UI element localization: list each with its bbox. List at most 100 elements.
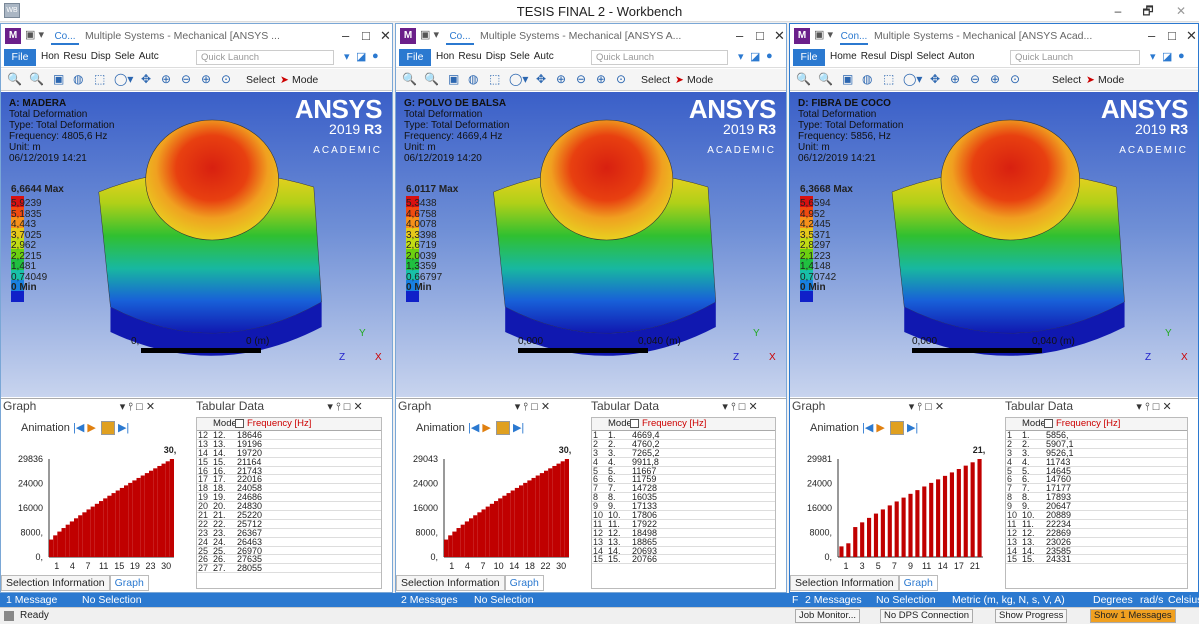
show-progress-button[interactable]: Show Progress [995,609,1068,623]
zoom-to-fit-icon[interactable]: ⊕ [990,72,1000,86]
status-rads[interactable]: rad/s [1140,593,1163,607]
cursor-icon[interactable]: ➤ [280,74,289,86]
table-row[interactable]: 3 3. 9526,1 [1006,448,1187,458]
zoom-out-icon[interactable]: ⊖ [970,72,980,86]
zoom-box-icon[interactable]: 🔍 [29,72,44,86]
panel-pin-icon[interactable]: ▾ ⫯ □ ✕ [722,401,757,413]
ribbon-tab[interactable]: Home [830,51,857,62]
move-icon[interactable]: ✥ [141,72,151,86]
show-messages-button[interactable]: Show 1 Messages [1090,609,1176,623]
pane-minimize-button[interactable]: – [736,28,743,43]
table-row[interactable]: 2 2. 4760,2 [592,439,775,449]
status-messages-2[interactable]: 2 Messages [401,593,458,607]
zoom-fit-icon[interactable]: 🔍 [7,72,22,86]
pan-icon[interactable]: ⬚ [94,72,105,86]
zoom-fit-icon[interactable]: 🔍 [402,72,417,86]
zoom-to-fit-icon[interactable]: ⊕ [201,72,211,86]
selection-mode-icon[interactable]: ◯▾ [114,72,133,86]
file-menu-button[interactable]: File [793,49,825,66]
chevron-down-icon[interactable]: ▾ [344,50,350,63]
table-row[interactable]: 8 8. 16035 [592,493,775,503]
selection-information-tab[interactable]: Selection Information [396,575,505,591]
graphics-viewport[interactable]: A: MADERA Total Deformation Type: Total … [1,92,392,397]
table-row[interactable]: 4 4. 9911,8 [592,457,775,467]
pane-close-button[interactable]: ✕ [380,28,391,44]
next-frame-icon[interactable]: ▶| [118,422,129,434]
stop-icon[interactable] [100,421,115,436]
zoom-all-icon[interactable]: ⊙ [1010,72,1020,86]
minimize-button[interactable]: – [1105,2,1131,20]
frequency-checkbox[interactable] [235,419,244,428]
rotate-icon[interactable]: ◍ [73,72,83,86]
play-icon[interactable]: ▶ [876,422,884,434]
table-row[interactable]: 2 2. 5907,1 [1006,439,1187,449]
ribbon-tab[interactable]: Auton [948,51,974,62]
job-monitor-button[interactable]: Job Monitor... [795,609,861,623]
cursor-icon[interactable]: ➤ [1086,74,1095,86]
next-frame-icon[interactable]: ▶| [907,422,918,434]
mode-dropdown[interactable]: Mode [1098,74,1124,86]
ribbon-tab[interactable]: Displ [890,51,912,62]
save-icon[interactable]: ▣ ▾ [25,28,44,41]
selection-information-tab[interactable]: Selection Information [1,575,110,591]
chevron-down-icon[interactable]: ▾ [738,50,744,63]
move-icon[interactable]: ✥ [536,72,546,86]
help-icon[interactable]: ● [372,50,379,62]
status-messages-3[interactable]: 2 Messages [805,593,862,607]
status-messages-1[interactable]: 1 Message [6,593,57,607]
table-row[interactable]: 6 6. 14760 [1006,475,1187,485]
mode-dropdown[interactable]: Mode [292,74,318,86]
status-celsius[interactable]: Celsius [1168,593,1199,607]
panel-pin-icon[interactable]: ▾ ⫯ □ ✕ [327,401,362,413]
quick-launch-input[interactable]: Quick Launch [1010,50,1140,65]
ribbon-tab[interactable]: Resu [63,51,86,62]
status-degrees[interactable]: Degrees [1093,593,1133,607]
selection-mode-icon[interactable]: ◯▾ [903,72,922,86]
context-tab[interactable]: Co... [51,28,79,45]
selection-information-tab[interactable]: Selection Information [790,575,899,591]
ribbon-tab[interactable]: Disp [91,51,111,62]
table-row[interactable]: 5 5. 14645 [1006,466,1187,476]
ribbon-tab[interactable]: Hon [436,51,454,62]
table-row[interactable]: 6 6. 11759 [592,475,775,485]
select-button[interactable]: Select [1052,74,1081,86]
table-row[interactable]: 15 15. 24331 [1006,555,1187,565]
pan-icon[interactable]: ⬚ [883,72,894,86]
previous-frame-icon[interactable]: |◀ [73,422,84,434]
pane-maximize-button[interactable]: □ [756,28,764,43]
table-row[interactable]: 7 7. 17177 [1006,484,1187,494]
ribbon-tab[interactable]: Sele [115,51,135,62]
pane-close-button[interactable]: ✕ [1186,28,1197,44]
quick-launch-input[interactable]: Quick Launch [591,50,728,65]
ribbon-tab[interactable]: Sele [510,51,530,62]
help-icon[interactable]: ● [766,50,773,62]
table-row[interactable]: 5 5. 11667 [592,466,775,476]
close-button[interactable]: ✕ [1168,2,1194,20]
ribbon-tab[interactable]: Autc [139,51,159,62]
ribbon-tab[interactable]: Resu [458,51,481,62]
ribbon-options-icon[interactable]: ◪ [356,50,366,63]
frequency-checkbox[interactable] [1044,419,1053,428]
table-row[interactable]: 7 7. 14728 [592,484,775,494]
frequency-checkbox[interactable] [630,419,639,428]
graphics-viewport[interactable]: D: FIBRA DE COCO Total Deformation Type:… [790,92,1198,397]
pane-minimize-button[interactable]: – [1148,28,1155,43]
ribbon-tab[interactable]: Hon [41,51,59,62]
stop-icon[interactable] [889,421,904,436]
selection-mode-icon[interactable]: ◯▾ [509,72,528,86]
chevron-down-icon[interactable]: ▾ [1150,50,1156,63]
move-icon[interactable]: ✥ [930,72,940,86]
panel-pin-icon[interactable]: ▾ ⫯ □ ✕ [909,401,944,413]
view-cube-icon[interactable]: ▣ [448,72,459,86]
status-units[interactable]: Metric (m, kg, N, s, V, A) [952,593,1065,607]
zoom-fit-icon[interactable]: 🔍 [796,72,811,86]
help-icon[interactable]: ● [1178,50,1185,62]
rotate-icon[interactable]: ◍ [468,72,478,86]
save-icon[interactable]: ▣ ▾ [420,28,439,41]
ribbon-options-icon[interactable]: ◪ [1162,50,1172,63]
table-row[interactable]: 1 1. 5856, [1006,431,1187,440]
pane-maximize-button[interactable]: □ [362,28,370,43]
select-button[interactable]: Select [641,74,670,86]
cursor-icon[interactable]: ➤ [675,74,684,86]
zoom-box-icon[interactable]: 🔍 [424,72,439,86]
